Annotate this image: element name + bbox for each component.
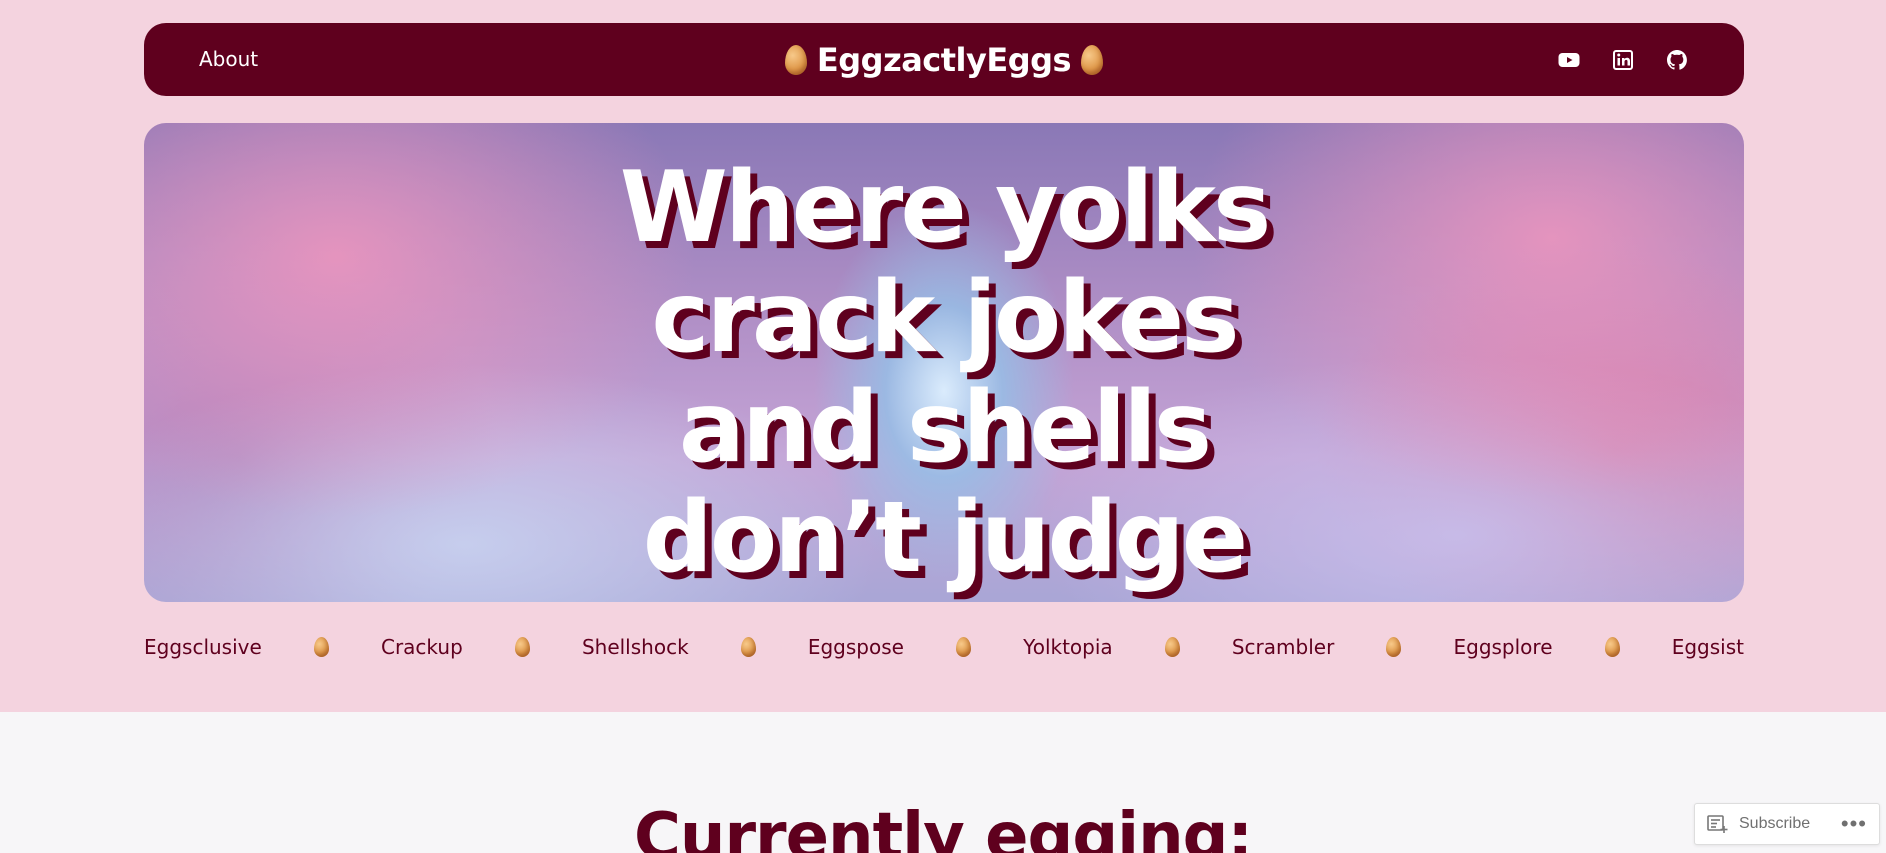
hero-banner: Where yolks crack jokes and shells don’t… [144,123,1744,602]
egg-icon [784,44,807,75]
egg-separator-icon [1164,637,1180,657]
egg-separator-icon [514,637,530,657]
egg-separator-icon [313,637,329,657]
subscribe-label: Subscribe [1739,815,1811,832]
category-link-crackup[interactable]: Crackup [381,635,463,659]
hero-headline-line: crack jokes [651,261,1239,375]
top-navbar: About EggzactlyEggs [144,23,1744,96]
site-title[interactable]: EggzactlyEggs [817,41,1072,79]
category-link-shellshock[interactable]: Shellshock [582,635,689,659]
reader-icon [1707,815,1728,833]
more-options-button[interactable]: ••• [1841,813,1867,835]
egg-separator-icon [1604,637,1620,657]
section-title: Currently egging: [633,800,1253,853]
egg-icon [1081,44,1104,75]
category-link-eggsplore[interactable]: Eggsplore [1453,635,1552,659]
category-link-yolktopia[interactable]: Yolktopia [1023,635,1113,659]
youtube-icon[interactable] [1557,48,1581,72]
subscribe-bar: Subscribe ••• [1694,803,1880,845]
subscribe-button[interactable]: Subscribe [1707,814,1810,834]
egg-separator-icon [956,637,972,657]
hero-headline: Where yolks crack jokes and shells don’t… [144,153,1744,593]
hero-headline-line: Where yolks [619,151,1272,265]
category-link-eggsclusive[interactable]: Eggsclusive [144,635,262,659]
category-link-eggspose[interactable]: Eggspose [808,635,904,659]
egg-separator-icon [1386,637,1402,657]
site-branding: EggzactlyEggs [144,23,1744,96]
category-link-scrambler[interactable]: Scrambler [1232,635,1334,659]
header-area: About EggzactlyEggs Where yolks crack jo… [0,0,1886,712]
nav-about-link[interactable]: About [199,23,258,96]
category-nav: Eggsclusive Crackup Shellshock Eggspose … [144,630,1744,664]
egg-separator-icon [740,637,756,657]
hero-headline-line: don’t judge [642,481,1249,595]
hero-headline-line: and shells [678,371,1212,485]
category-link-eggsist[interactable]: Eggsist [1672,635,1744,659]
social-links [1557,23,1689,96]
github-icon[interactable] [1665,48,1689,72]
linkedin-icon[interactable] [1611,48,1635,72]
